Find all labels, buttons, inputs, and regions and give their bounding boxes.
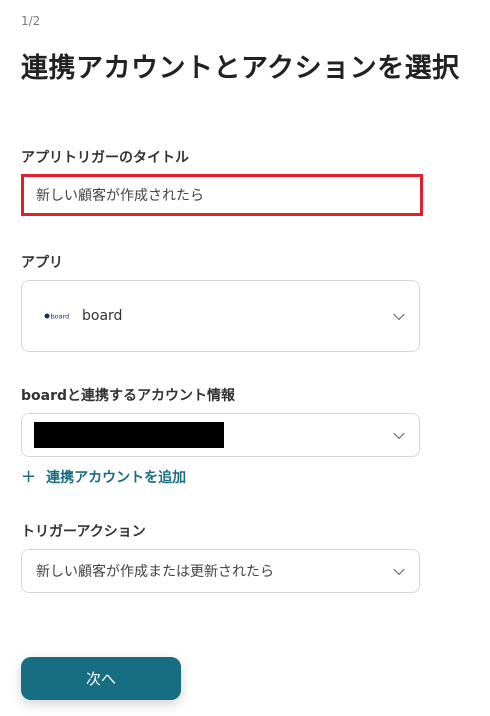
account-label: boardと連携するアカウント情報: [21, 388, 236, 404]
step-indicator: 1/2: [21, 14, 41, 28]
app-select[interactable]: board board: [21, 280, 420, 352]
app-label: アプリ: [21, 255, 63, 271]
chevron-down-icon: [393, 563, 405, 576]
trigger-action-label: トリガーアクション: [21, 524, 146, 540]
add-account-link[interactable]: + 連携アカウントを追加: [21, 467, 186, 487]
add-account-label: 連携アカウントを追加: [46, 470, 187, 486]
trigger-title-input[interactable]: [24, 177, 420, 213]
board-logo-text: board: [51, 312, 70, 320]
trigger-action-value: 新しい顧客が作成または更新されたら: [36, 564, 274, 580]
trigger-title-field-highlight: [21, 174, 423, 216]
account-select[interactable]: [21, 413, 420, 457]
plus-icon: +: [21, 466, 37, 487]
next-button[interactable]: 次へ: [21, 657, 181, 700]
chevron-down-icon: [393, 427, 405, 440]
board-logo-icon: board: [44, 312, 70, 320]
chevron-down-icon: [393, 308, 405, 321]
trigger-title-label: アプリトリガーのタイトル: [21, 150, 189, 166]
app-name: board: [82, 308, 123, 324]
trigger-action-select[interactable]: 新しい顧客が作成または更新されたら: [21, 549, 420, 593]
redacted-account-name: [34, 422, 224, 448]
page-title: 連携アカウントとアクションを選択: [21, 53, 460, 84]
